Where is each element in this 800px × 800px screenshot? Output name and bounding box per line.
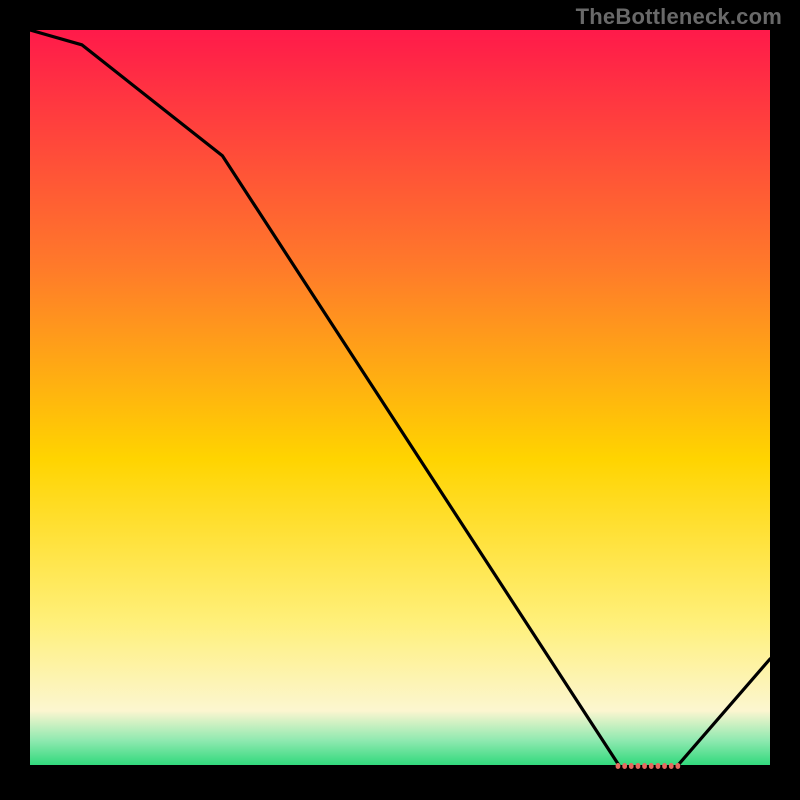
chart-stage: TheBottleneck.com (0, 0, 800, 800)
chart-svg (0, 0, 800, 800)
watermark-text: TheBottleneck.com (576, 4, 782, 30)
plot-background (30, 30, 770, 770)
